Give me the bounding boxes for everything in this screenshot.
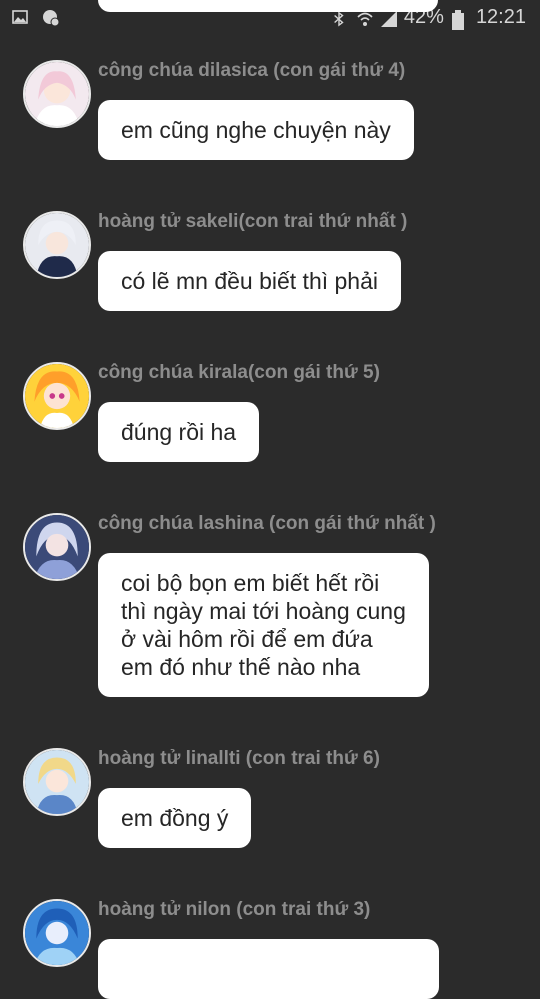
sender-name: công chúa lashina (con gái thứ nhất ) (98, 513, 436, 534)
battery-icon (451, 9, 468, 30)
avatar[interactable] (23, 211, 91, 279)
sender-name: hoàng tử linallti (con trai thứ 6) (98, 748, 380, 769)
message-bubble: coi bộ bọn em biết hết rồi thì ngày mai … (98, 553, 429, 697)
avatar[interactable] (23, 362, 91, 430)
sender-name: công chúa dilasica (con gái thứ 4) (98, 60, 406, 81)
image-icon (12, 9, 28, 25)
clock: 12:21 (475, 6, 526, 28)
avatar[interactable] (23, 60, 91, 128)
sender-name: hoàng tử nilon (con trai thứ 3) (98, 899, 371, 920)
message-bubble: em đồng ý (98, 788, 252, 848)
message-bubble: đúng rồi ha (98, 402, 260, 462)
message-bubble: em cũng nghe chuyện này (98, 100, 414, 160)
chat-notification-icon (42, 9, 60, 27)
message-bubble-partial (98, 0, 438, 12)
message-bubble: có lẽ mn đều biết thì phải (98, 251, 401, 311)
avatar[interactable] (23, 513, 91, 581)
avatar[interactable] (23, 899, 91, 967)
sender-name: hoàng tử sakeli(con trai thứ nhất ) (98, 211, 408, 232)
avatar[interactable] (23, 748, 91, 816)
sender-name: công chúa kirala(con gái thứ 5) (98, 362, 380, 383)
message-bubble (98, 939, 439, 999)
